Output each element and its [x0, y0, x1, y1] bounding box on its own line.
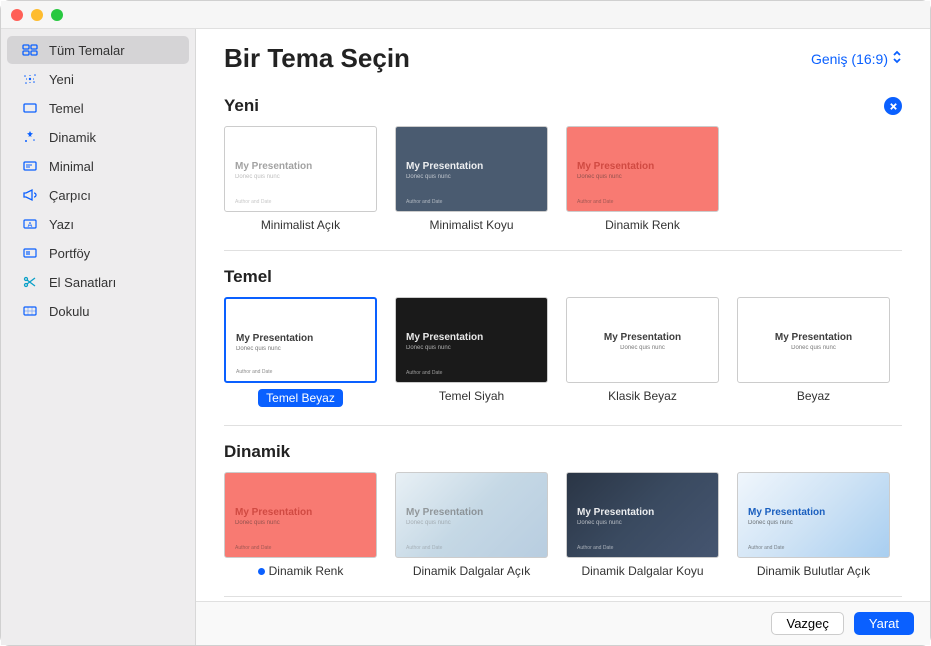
theme-thumbnail: My Presentation Donec quis nunc: [566, 297, 719, 383]
theme-thumbnail: My Presentation Donec quis nunc Author a…: [395, 126, 548, 212]
theme-dynamic-waves-dark[interactable]: My Presentation Donec quis nunc Author a…: [566, 472, 719, 578]
minimize-window-button[interactable]: [31, 9, 43, 21]
sidebar-item-craft[interactable]: El Sanatları: [7, 268, 189, 296]
footer-bar: Vazgeç Yarat: [196, 601, 930, 645]
section-title: Temel: [224, 267, 272, 287]
sidebar-item-label: Dinamik: [49, 130, 96, 145]
window-titlebar: [1, 1, 930, 29]
sidebar-item-label: Yeni: [49, 72, 74, 87]
sidebar-item-label: Temel: [49, 101, 84, 116]
sidebar-item-portfolio[interactable]: Portföy: [7, 239, 189, 267]
theme-minimalist-light[interactable]: My Presentation Donec quis nunc Author a…: [224, 126, 377, 232]
theme-label: Dinamik Renk: [605, 218, 680, 232]
theme-thumbnail: My Presentation Donec quis nunc: [737, 297, 890, 383]
theme-label: Temel Beyaz: [258, 389, 343, 407]
sidebar-item-label: Yazı: [49, 217, 74, 232]
dismiss-section-button[interactable]: [884, 97, 902, 115]
theme-thumbnail: My Presentation Donec quis nunc Author a…: [395, 472, 548, 558]
theme-thumbnail: My Presentation Donec quis nunc Author a…: [395, 297, 548, 383]
chevron-updown-icon: [892, 50, 902, 67]
sidebar-item-label: Tüm Temalar: [49, 43, 125, 58]
theme-label: Beyaz: [797, 389, 830, 403]
section-title: Yeni: [224, 96, 259, 116]
sidebar-item-label: Çarpıcı: [49, 188, 91, 203]
sidebar-item-editorial[interactable]: A Yazı: [7, 210, 189, 238]
theme-thumbnail: My Presentation Donec quis nunc Author a…: [224, 126, 377, 212]
rectangle-icon: [21, 99, 39, 117]
sidebar-item-bold[interactable]: Çarpıcı: [7, 181, 189, 209]
theme-label: Dinamik Dalgalar Koyu: [581, 564, 703, 578]
gallery-icon: [21, 244, 39, 262]
section-new: Yeni My Presentation Donec quis nunc Aut…: [224, 96, 902, 251]
section-divider: [224, 425, 902, 426]
theme-dynamic-color[interactable]: My Presentation Donec quis nunc Author a…: [566, 126, 719, 232]
sidebar-item-basic[interactable]: Temel: [7, 94, 189, 122]
theme-thumbnail: My Presentation Donec quis nunc Author a…: [566, 472, 719, 558]
section-divider: [224, 250, 902, 251]
page-title: Bir Tema Seçin: [224, 43, 410, 74]
aspect-ratio-label: Geniş (16:9): [811, 51, 888, 67]
close-window-button[interactable]: [11, 9, 23, 21]
aspect-ratio-button[interactable]: Geniş (16:9): [811, 50, 902, 67]
theme-label: Dinamik Dalgalar Açık: [413, 564, 530, 578]
sidebar-item-label: Dokulu: [49, 304, 89, 319]
traffic-lights: [11, 9, 63, 21]
sidebar: Tüm Temalar Yeni Temel Dinamik Minimal: [1, 29, 196, 645]
svg-text:A: A: [28, 222, 33, 229]
sidebar-item-dynamic[interactable]: Dinamik: [7, 123, 189, 151]
texture-icon: [21, 302, 39, 320]
new-indicator-icon: [258, 568, 265, 575]
theme-thumbnail: My Presentation Donec quis nunc Author a…: [224, 297, 377, 383]
text-rect-icon: [21, 157, 39, 175]
theme-dynamic-color-2[interactable]: My Presentation Donec quis nunc Author a…: [224, 472, 377, 578]
theme-minimalist-dark[interactable]: My Presentation Donec quis nunc Author a…: [395, 126, 548, 232]
theme-basic-black[interactable]: My Presentation Donec quis nunc Author a…: [395, 297, 548, 407]
zoom-window-button[interactable]: [51, 9, 63, 21]
sidebar-item-all-themes[interactable]: Tüm Temalar: [7, 36, 189, 64]
theme-dynamic-waves-light[interactable]: My Presentation Donec quis nunc Author a…: [395, 472, 548, 578]
sparkle-icon: [21, 70, 39, 88]
sidebar-item-minimal[interactable]: Minimal: [7, 152, 189, 180]
theme-label: Klasik Beyaz: [608, 389, 677, 403]
theme-label: Minimalist Açık: [261, 218, 340, 232]
typography-icon: A: [21, 215, 39, 233]
sidebar-item-new[interactable]: Yeni: [7, 65, 189, 93]
section-title: Dinamik: [224, 442, 290, 462]
sidebar-item-label: El Sanatları: [49, 275, 116, 290]
section-basic: Temel My Presentation Donec quis nunc Au…: [224, 267, 902, 426]
theme-basic-white[interactable]: My Presentation Donec quis nunc Author a…: [224, 297, 377, 407]
theme-label: Temel Siyah: [439, 389, 504, 403]
theme-classic-white[interactable]: My Presentation Donec quis nunc Klasik B…: [566, 297, 719, 407]
theme-label: Dinamik Renk: [258, 564, 344, 578]
main-panel: Bir Tema Seçin Geniş (16:9) Yeni: [196, 29, 930, 645]
create-button[interactable]: Yarat: [854, 612, 914, 635]
section-dynamic: Dinamik My Presentation Donec quis nunc …: [224, 442, 902, 597]
section-divider: [224, 596, 902, 597]
theme-thumbnail: My Presentation Donec quis nunc Author a…: [224, 472, 377, 558]
theme-label: Minimalist Koyu: [429, 218, 513, 232]
sidebar-item-textured[interactable]: Dokulu: [7, 297, 189, 325]
megaphone-icon: [21, 186, 39, 204]
themes-scroll-area[interactable]: Yeni My Presentation Donec quis nunc Aut…: [196, 80, 930, 601]
theme-label: Dinamik Bulutlar Açık: [757, 564, 870, 578]
theme-thumbnail: My Presentation Donec quis nunc Author a…: [737, 472, 890, 558]
grid-icon: [21, 41, 39, 59]
sidebar-item-label: Portföy: [49, 246, 90, 261]
theme-white[interactable]: My Presentation Donec quis nunc Beyaz: [737, 297, 890, 407]
theme-dynamic-clouds-light[interactable]: My Presentation Donec quis nunc Author a…: [737, 472, 890, 578]
sidebar-item-label: Minimal: [49, 159, 94, 174]
stars-icon: [21, 128, 39, 146]
cancel-button[interactable]: Vazgeç: [771, 612, 843, 635]
scissors-icon: [21, 273, 39, 291]
theme-thumbnail: My Presentation Donec quis nunc Author a…: [566, 126, 719, 212]
